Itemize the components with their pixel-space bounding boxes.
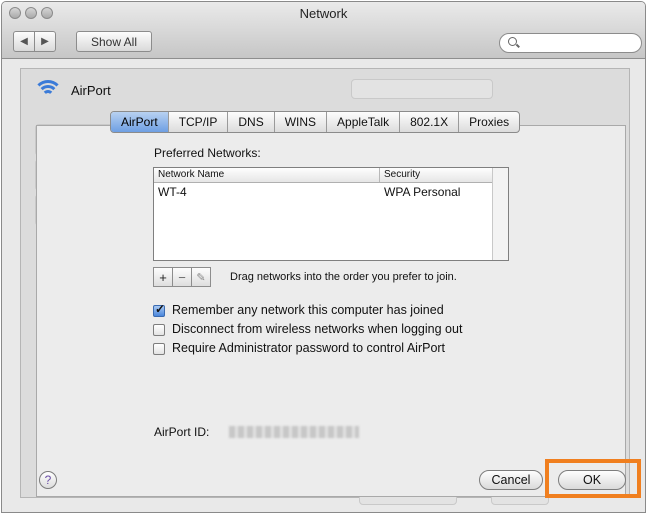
disconnect-on-logout-checkbox[interactable]: [153, 324, 165, 336]
security-cell: WPA Personal: [384, 185, 461, 199]
column-network-name[interactable]: Network Name: [154, 168, 380, 182]
search-icon: [508, 37, 517, 46]
remember-networks-label[interactable]: Remember any network this computer has j…: [172, 303, 444, 317]
tab-proxies[interactable]: Proxies: [459, 112, 519, 132]
ghost-location-popup: [351, 79, 493, 99]
help-button[interactable]: ?: [39, 471, 57, 489]
edit-network-button[interactable]: ✎: [191, 267, 211, 287]
preferred-networks-label: Preferred Networks:: [154, 146, 261, 160]
service-header: AirPort: [33, 80, 111, 100]
list-buttons: + − ✎: [153, 267, 211, 287]
forward-button[interactable]: ▶: [34, 31, 56, 52]
tab-dns[interactable]: DNS: [228, 112, 275, 132]
network-name-cell: WT-4: [158, 185, 187, 199]
table-header: Network Name Security: [154, 168, 508, 183]
remember-networks-checkbox[interactable]: [153, 302, 165, 317]
tab-tcpip[interactable]: TCP/IP: [169, 112, 229, 132]
table-row[interactable]: WT-4 WPA Personal: [154, 183, 508, 201]
tab-airport[interactable]: AirPort: [111, 112, 169, 132]
show-all-button[interactable]: Show All: [76, 31, 152, 52]
ok-button-highlight: [545, 459, 641, 498]
require-admin-checkbox[interactable]: [153, 343, 165, 355]
title-bar: Network ◀ ▶ Show All: [2, 2, 645, 59]
airport-id-label: AirPort ID:: [154, 425, 210, 439]
search-input[interactable]: [499, 33, 642, 53]
window-title: Network: [299, 6, 348, 21]
table-scrollbar[interactable]: [492, 168, 508, 260]
cancel-button[interactable]: Cancel: [479, 470, 543, 490]
tab-8021x[interactable]: 802.1X: [400, 112, 460, 132]
tab-wins[interactable]: WINS: [275, 112, 328, 132]
add-network-button[interactable]: +: [153, 267, 173, 287]
back-button[interactable]: ◀: [13, 31, 35, 52]
preferred-networks-table[interactable]: Network Name Security WT-4 WPA Personal: [153, 167, 509, 261]
drag-hint-text: Drag networks into the order you prefer …: [230, 271, 457, 283]
wifi-icon: [33, 80, 63, 100]
service-name: AirPort: [71, 82, 111, 98]
disconnect-on-logout-label[interactable]: Disconnect from wireless networks when l…: [172, 322, 462, 336]
tab-appletalk[interactable]: AppleTalk: [327, 112, 401, 132]
require-admin-label[interactable]: Require Administrator password to contro…: [172, 341, 445, 355]
tab-bar: AirPort TCP/IP DNS WINS AppleTalk 802.1X…: [110, 111, 521, 133]
column-security[interactable]: Security: [380, 168, 494, 182]
airport-id-value-redacted: [229, 426, 359, 438]
remove-network-button[interactable]: −: [172, 267, 192, 287]
